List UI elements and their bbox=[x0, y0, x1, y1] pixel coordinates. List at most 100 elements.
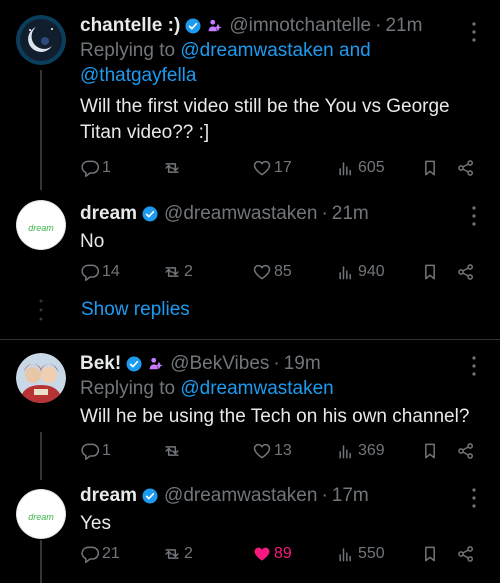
verified-badge-icon bbox=[141, 487, 159, 505]
share-icon bbox=[458, 264, 473, 280]
retweet-button[interactable]: 2 bbox=[162, 544, 193, 564]
separator-dot: · bbox=[375, 15, 382, 36]
view-count: 605 bbox=[358, 159, 385, 176]
reply-count: 1 bbox=[102, 442, 111, 459]
reply-count: 1 bbox=[102, 159, 111, 176]
view-count: 550 bbox=[358, 545, 385, 562]
views-button[interactable]: 605 bbox=[336, 158, 385, 178]
views-button[interactable]: 369 bbox=[336, 441, 385, 461]
reply-count: 14 bbox=[102, 263, 120, 280]
handle[interactable]: @dreamwastaken bbox=[164, 484, 317, 508]
action-bar: 21 2 89 550 bbox=[80, 544, 484, 566]
avatar[interactable] bbox=[16, 353, 66, 403]
tweet-chantelle[interactable]: chantelle :) @imnotchantelle · 21m Reply… bbox=[0, 0, 500, 190]
separator-dot: · bbox=[321, 485, 328, 506]
separator-dot: · bbox=[273, 353, 280, 374]
reply-icon bbox=[81, 443, 100, 461]
mention-link[interactable]: @dreamwastaken bbox=[180, 378, 333, 399]
reply-button[interactable]: 1 bbox=[80, 158, 111, 178]
views-icon bbox=[339, 445, 351, 459]
replying-to-prefix: Replying to bbox=[80, 378, 181, 399]
heart-filled-icon bbox=[254, 547, 270, 561]
reply-icon bbox=[81, 264, 100, 282]
more-options-icon[interactable] bbox=[464, 20, 484, 44]
avatar[interactable] bbox=[16, 15, 66, 65]
more-options-icon[interactable] bbox=[464, 486, 484, 510]
verified-badge-icon bbox=[184, 17, 202, 35]
avatar[interactable]: dream bbox=[16, 489, 66, 539]
display-name[interactable]: Bek! bbox=[80, 352, 121, 376]
share-button[interactable] bbox=[456, 262, 476, 282]
reply-icon bbox=[81, 546, 100, 564]
heart-icon bbox=[253, 443, 271, 459]
retweet-button[interactable]: 2 bbox=[162, 262, 193, 282]
reply-button[interactable]: 14 bbox=[80, 262, 120, 282]
replying-to-prefix: Replying to bbox=[80, 40, 181, 61]
tweet-text: Will he be using the Tech on his own cha… bbox=[80, 406, 470, 427]
view-count: 369 bbox=[358, 442, 385, 459]
bookmark-button[interactable] bbox=[420, 544, 440, 564]
like-button[interactable]: 13 bbox=[252, 441, 292, 461]
action-bar: 1 17 605 bbox=[80, 158, 484, 180]
retweet-button[interactable] bbox=[162, 158, 184, 178]
tweet-text-line: Will the first video still be the You vs… bbox=[80, 96, 450, 117]
action-bar: 14 2 85 940 bbox=[80, 262, 484, 284]
view-count: 940 bbox=[358, 263, 385, 280]
separator-dot: · bbox=[321, 203, 328, 224]
views-icon bbox=[339, 266, 351, 280]
like-button[interactable]: 17 bbox=[252, 158, 292, 178]
handle[interactable]: @imnotchantelle bbox=[229, 14, 371, 38]
views-button[interactable]: 550 bbox=[336, 544, 385, 564]
views-button[interactable]: 940 bbox=[336, 262, 385, 282]
bookmark-button[interactable] bbox=[420, 158, 440, 178]
bookmark-icon bbox=[425, 264, 435, 280]
more-options-icon[interactable] bbox=[464, 354, 484, 378]
tweet-dream[interactable]: dream dream @dreamwastaken · 21m No 14 2… bbox=[0, 190, 500, 290]
tweet-text: Yes bbox=[80, 513, 111, 534]
display-name[interactable]: dream bbox=[80, 484, 137, 508]
thread-gap-dots-icon bbox=[39, 299, 43, 321]
tweet-dream-reply[interactable]: dream dream @dreamwastaken · 17m Yes 21 … bbox=[0, 480, 500, 583]
tweet-bek[interactable]: Bek! @BekVibes · 19m Replying to @dreamw… bbox=[0, 340, 500, 480]
like-button[interactable]: 85 bbox=[252, 262, 292, 282]
retweet-count: 2 bbox=[184, 263, 193, 280]
retweet-icon bbox=[165, 446, 179, 456]
reply-count: 21 bbox=[102, 545, 120, 562]
share-button[interactable] bbox=[456, 441, 476, 461]
retweet-button[interactable] bbox=[162, 441, 184, 461]
bookmark-button[interactable] bbox=[420, 262, 440, 282]
retweet-icon bbox=[165, 549, 179, 559]
retweet-icon bbox=[165, 267, 179, 277]
avatar[interactable]: dream bbox=[16, 200, 66, 250]
bookmark-button[interactable] bbox=[420, 441, 440, 461]
mention-link[interactable]: @thatgayfella bbox=[80, 65, 196, 86]
timestamp[interactable]: 17m bbox=[332, 484, 369, 508]
tweet-text-line: Titan video?? :] bbox=[80, 122, 210, 143]
timestamp[interactable]: 21m bbox=[385, 14, 422, 38]
share-icon bbox=[458, 160, 473, 176]
timestamp[interactable]: 21m bbox=[332, 202, 369, 226]
more-options-icon[interactable] bbox=[464, 204, 484, 228]
like-count: 13 bbox=[274, 442, 292, 459]
share-icon bbox=[458, 546, 473, 562]
handle[interactable]: @dreamwastaken bbox=[164, 202, 317, 226]
avatar-text: dream bbox=[28, 512, 54, 522]
avatar-text: dream bbox=[28, 223, 54, 233]
reply-button[interactable]: 1 bbox=[80, 441, 111, 461]
handle[interactable]: @BekVibes bbox=[170, 352, 269, 376]
like-button[interactable]: 89 bbox=[252, 544, 292, 564]
tweet-text: No bbox=[80, 231, 105, 252]
share-button[interactable] bbox=[456, 158, 476, 178]
reply-button[interactable]: 21 bbox=[80, 544, 120, 564]
views-icon bbox=[339, 548, 351, 562]
display-name[interactable]: dream bbox=[80, 202, 137, 226]
heart-icon bbox=[253, 264, 271, 280]
bookmark-icon bbox=[425, 546, 435, 562]
share-button[interactable] bbox=[456, 544, 476, 564]
show-replies-link[interactable]: Show replies bbox=[81, 299, 190, 321]
views-icon bbox=[339, 162, 351, 176]
timestamp[interactable]: 19m bbox=[284, 352, 321, 376]
affiliate-badge-icon bbox=[149, 357, 163, 370]
display-name[interactable]: chantelle :) bbox=[80, 14, 180, 38]
mention-link[interactable]: @dreamwastaken bbox=[180, 40, 333, 61]
